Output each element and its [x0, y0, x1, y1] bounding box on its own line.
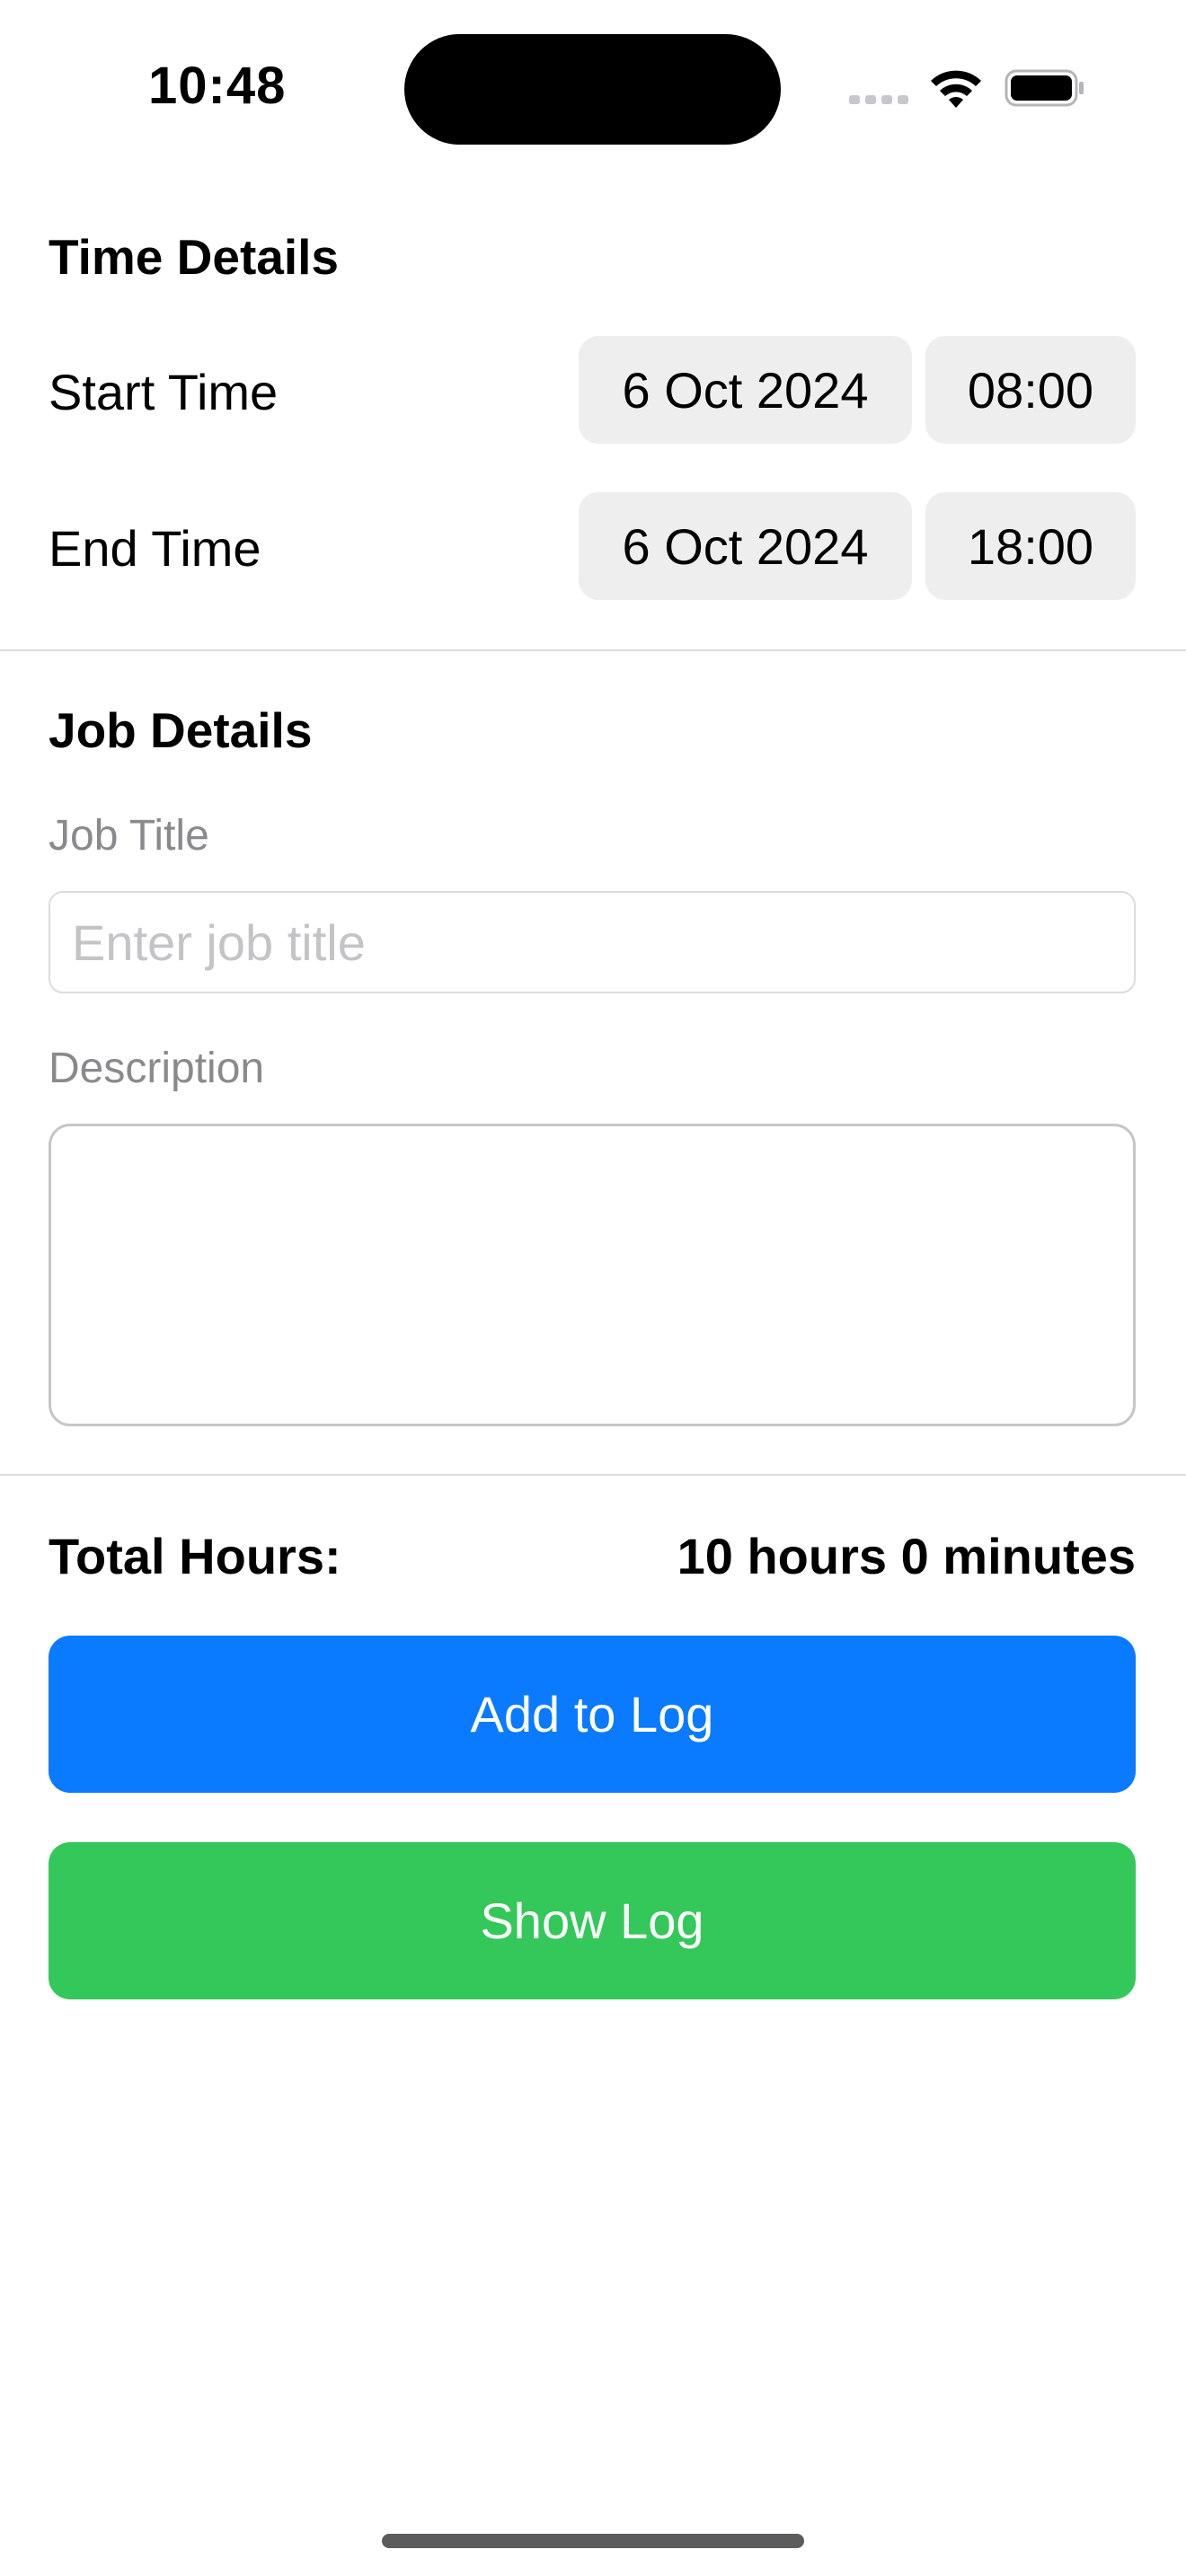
status-time: 10:48 — [148, 57, 287, 115]
description-textarea[interactable] — [49, 1124, 1136, 1426]
wifi-icon — [931, 70, 981, 108]
end-time-label: End Time — [49, 520, 261, 577]
section-divider — [0, 1474, 1186, 1476]
battery-icon — [1005, 69, 1084, 107]
start-time-label: Start Time — [49, 364, 279, 420]
total-hours-label: Total Hours: — [49, 1528, 341, 1584]
time-details-title: Time Details — [49, 229, 340, 285]
start-date-picker[interactable]: 6 Oct 2024 — [579, 336, 912, 444]
cellular-signal-icon — [849, 95, 908, 104]
job-details-title: Job Details — [49, 702, 313, 758]
total-hours-value: 10 hours 0 minutes — [677, 1528, 1136, 1584]
end-date-picker[interactable]: 6 Oct 2024 — [579, 492, 912, 600]
job-title-input[interactable] — [49, 891, 1136, 993]
job-title-label: Job Title — [49, 812, 209, 860]
section-divider — [0, 649, 1186, 651]
dynamic-island — [404, 34, 781, 145]
add-to-log-button[interactable]: Add to Log — [49, 1636, 1136, 1793]
end-time-picker[interactable]: 18:00 — [925, 492, 1136, 600]
start-time-picker[interactable]: 08:00 — [925, 336, 1136, 444]
show-log-button[interactable]: Show Log — [49, 1842, 1136, 1999]
screen: 10:48 Time Details Start Time 6 Oct 2024… — [0, 0, 1186, 2576]
home-indicator[interactable] — [382, 2534, 804, 2548]
description-label: Description — [49, 1045, 265, 1092]
